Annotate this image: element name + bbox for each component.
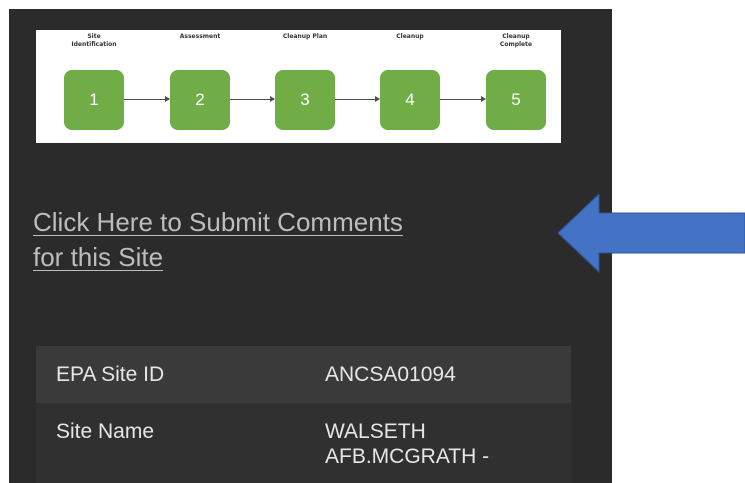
site-name-value: WALSETH AFB.MCGRATH - [305, 403, 571, 483]
step-label-cleanup-plan: Cleanup Plan [282, 33, 328, 40]
step-label-site-identification: Site Identification [71, 33, 117, 48]
step-label-assessment: Assessment [179, 33, 221, 40]
step-arrow-2-3 [230, 96, 275, 102]
epa-site-id-value: ANCSA01094 [305, 346, 571, 403]
step-box-2: 2 [170, 70, 230, 130]
step-arrow-4-5 [440, 96, 486, 102]
step-box-5: 5 [486, 70, 546, 130]
step-arrow-1-2 [124, 96, 170, 102]
site-name-value-line2: AFB.MCGRATH - [325, 445, 490, 468]
site-info-table: EPA Site ID ANCSA01094 Site Name WALSETH… [36, 346, 571, 483]
site-name-value-line1: WALSETH [325, 420, 426, 443]
epa-site-id-label: EPA Site ID [36, 346, 305, 403]
submit-comments-link[interactable]: Click Here to Submit Comments for this S… [33, 205, 563, 275]
table-row: EPA Site ID ANCSA01094 [36, 346, 571, 403]
site-details-panel: Site Identification Assessment Cleanup P… [9, 9, 612, 483]
step-box-1: 1 [64, 70, 124, 130]
submit-comments-link-line1: Click Here to Submit Comments [33, 207, 403, 237]
submit-comments-link-line2: for this Site [33, 242, 164, 272]
table-row: Site Name WALSETH AFB.MCGRATH - [36, 403, 571, 483]
step-label-cleanup-complete: Cleanup Complete [499, 33, 533, 48]
site-name-label: Site Name [36, 403, 305, 483]
cleanup-process-diagram: Site Identification Assessment Cleanup P… [36, 30, 561, 143]
step-arrow-3-4 [335, 96, 380, 102]
step-label-cleanup: Cleanup [396, 33, 424, 40]
left-arrow-icon [558, 194, 745, 274]
step-box-4: 4 [380, 70, 440, 130]
step-box-3: 3 [275, 70, 335, 130]
